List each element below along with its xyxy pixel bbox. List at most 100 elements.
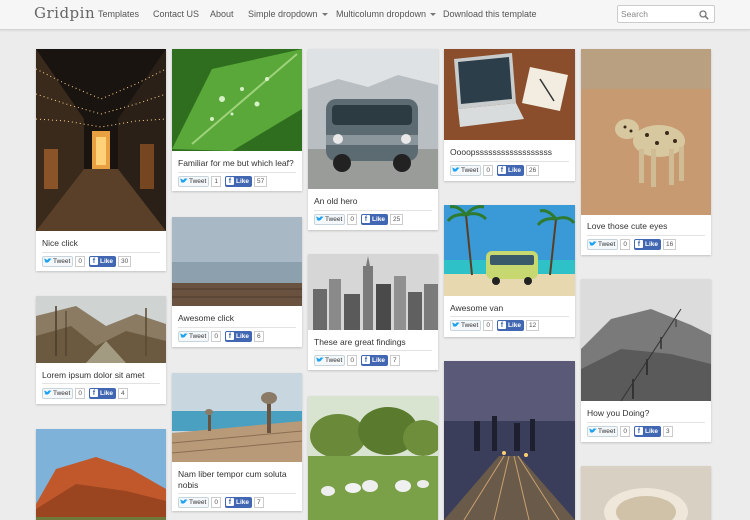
like-count: 26 bbox=[525, 164, 540, 176]
pin-image-green-leaf[interactable] bbox=[172, 49, 302, 151]
nav-contact[interactable]: Contact US bbox=[153, 9, 199, 19]
like-label: Like bbox=[371, 356, 385, 364]
like-count: 12 bbox=[525, 319, 540, 331]
tweet-button[interactable]: Tweet bbox=[450, 164, 482, 176]
pin-caption: An old hero bbox=[314, 196, 358, 206]
nav-templates[interactable]: Templates bbox=[98, 9, 139, 19]
facebook-icon: f bbox=[225, 332, 234, 340]
like-button[interactable]: f Like bbox=[360, 354, 388, 366]
social-actions: Tweet 0 f Like 3 bbox=[587, 425, 673, 437]
tweet-button[interactable]: Tweet bbox=[178, 330, 210, 342]
facebook-icon: f bbox=[225, 177, 234, 185]
nav-multicolumn-dropdown[interactable]: Multicolumn dropdown bbox=[336, 9, 437, 19]
social-actions: Tweet 0 f Like 26 bbox=[450, 164, 540, 176]
facebook-icon: f bbox=[361, 215, 370, 223]
like-button[interactable]: f Like bbox=[633, 238, 661, 250]
like-button[interactable]: f Like bbox=[224, 330, 252, 342]
twitter-bird-icon bbox=[44, 258, 52, 263]
facebook-icon: f bbox=[225, 498, 234, 506]
facebook-icon: f bbox=[89, 257, 98, 265]
tweet-button[interactable]: Tweet bbox=[314, 213, 346, 225]
twitter-bird-icon bbox=[589, 428, 597, 433]
pin-card bbox=[581, 466, 711, 520]
like-label: Like bbox=[507, 166, 521, 174]
like-button[interactable]: f Like bbox=[224, 175, 252, 187]
tweet-count: 0 bbox=[483, 164, 493, 176]
facebook-icon: f bbox=[634, 240, 643, 248]
divider bbox=[42, 383, 160, 384]
like-count: 7 bbox=[389, 354, 400, 366]
pin-image-misty-forest[interactable] bbox=[36, 296, 166, 363]
tweet-count: 0 bbox=[347, 213, 357, 225]
tweet-count: 0 bbox=[347, 354, 357, 366]
like-label: Like bbox=[644, 427, 658, 435]
pin-image-pier-sea[interactable] bbox=[172, 217, 302, 306]
pin-image-city-skyline[interactable] bbox=[308, 254, 438, 330]
pin-image-desert-rock[interactable] bbox=[36, 429, 166, 520]
like-button[interactable]: f Like bbox=[224, 496, 252, 508]
tweet-count: 0 bbox=[620, 238, 630, 250]
tweet-button[interactable]: Tweet bbox=[587, 425, 619, 437]
divider bbox=[314, 350, 432, 351]
pin-image-sheep-field[interactable] bbox=[308, 396, 438, 520]
pin-image-laptop-desk[interactable] bbox=[444, 49, 575, 140]
tweet-label: Tweet bbox=[189, 498, 207, 506]
search-icon[interactable] bbox=[699, 10, 709, 20]
nav-simple-dropdown[interactable]: Simple dropdown bbox=[248, 9, 328, 19]
social-actions: Tweet 0 f Like 12 bbox=[450, 319, 540, 331]
like-label: Like bbox=[507, 321, 521, 329]
pin-caption: Nam liber tempor cum soluta nobis bbox=[178, 469, 287, 490]
tweet-button[interactable]: Tweet bbox=[450, 319, 482, 331]
divider bbox=[42, 252, 160, 253]
like-button[interactable]: f Like bbox=[88, 387, 116, 399]
pin-card: Love those cute eyes Tweet 0 f Like 16 bbox=[581, 49, 711, 255]
pin-image-old-van[interactable] bbox=[308, 49, 438, 189]
nav-download[interactable]: Download this template bbox=[443, 9, 537, 19]
search-input[interactable] bbox=[621, 7, 697, 21]
pin-caption: Familiar for me but which leaf? bbox=[178, 158, 294, 168]
like-count: 25 bbox=[389, 213, 404, 225]
pin-image-leopard[interactable] bbox=[581, 49, 711, 215]
pin-image-hill-fence[interactable] bbox=[581, 279, 711, 401]
divider bbox=[178, 327, 296, 328]
pin-card: Lorem ipsum dolor sit amet Tweet 0 f Like… bbox=[36, 296, 166, 404]
social-actions: Tweet 0 f Like 7 bbox=[314, 354, 400, 366]
tweet-button[interactable]: Tweet bbox=[178, 496, 210, 508]
tweet-button[interactable]: Tweet bbox=[587, 238, 619, 250]
like-button[interactable]: f Like bbox=[496, 319, 524, 331]
social-actions: Tweet 0 f Like 6 bbox=[178, 330, 264, 342]
twitter-bird-icon bbox=[316, 357, 324, 362]
pin-image-lit-street[interactable] bbox=[36, 49, 166, 231]
caret-down-icon bbox=[430, 13, 437, 17]
pin-card: These are great findings Tweet 0 f Like 7 bbox=[308, 254, 438, 370]
like-button[interactable]: f Like bbox=[360, 213, 388, 225]
pin-image-railway-night[interactable] bbox=[444, 361, 575, 520]
like-label: Like bbox=[99, 257, 113, 265]
pin-image-beach-van[interactable] bbox=[444, 205, 575, 296]
pin-caption: Love those cute eyes bbox=[587, 221, 668, 231]
like-button[interactable]: f Like bbox=[496, 164, 524, 176]
tweet-button[interactable]: Tweet bbox=[178, 175, 210, 187]
like-count: 16 bbox=[662, 238, 677, 250]
social-actions: Tweet 1 f Like 57 bbox=[178, 175, 268, 187]
twitter-bird-icon bbox=[180, 178, 188, 183]
pin-caption: How you Doing? bbox=[587, 408, 650, 418]
brand-logo[interactable]: Gridpin bbox=[34, 4, 95, 22]
nav-about[interactable]: About bbox=[210, 9, 234, 19]
pin-card bbox=[308, 396, 438, 520]
tweet-button[interactable]: Tweet bbox=[42, 255, 74, 267]
twitter-bird-icon bbox=[316, 216, 324, 221]
pin-image-bowl[interactable] bbox=[581, 466, 711, 520]
tweet-button[interactable]: Tweet bbox=[314, 354, 346, 366]
tweet-button[interactable]: Tweet bbox=[42, 387, 74, 399]
like-button[interactable]: f Like bbox=[88, 255, 116, 267]
like-button[interactable]: f Like bbox=[633, 425, 661, 437]
navbar: Gridpin Templates Contact US About Simpl… bbox=[0, 0, 750, 30]
tweet-count: 0 bbox=[620, 425, 630, 437]
tweet-label: Tweet bbox=[325, 215, 343, 223]
pin-caption: Nice click bbox=[42, 238, 78, 248]
pin-caption: These are great findings bbox=[314, 337, 406, 347]
tweet-label: Tweet bbox=[53, 389, 71, 397]
pin-image-pelican-dock[interactable] bbox=[172, 373, 302, 462]
tweet-count: 0 bbox=[211, 330, 221, 342]
